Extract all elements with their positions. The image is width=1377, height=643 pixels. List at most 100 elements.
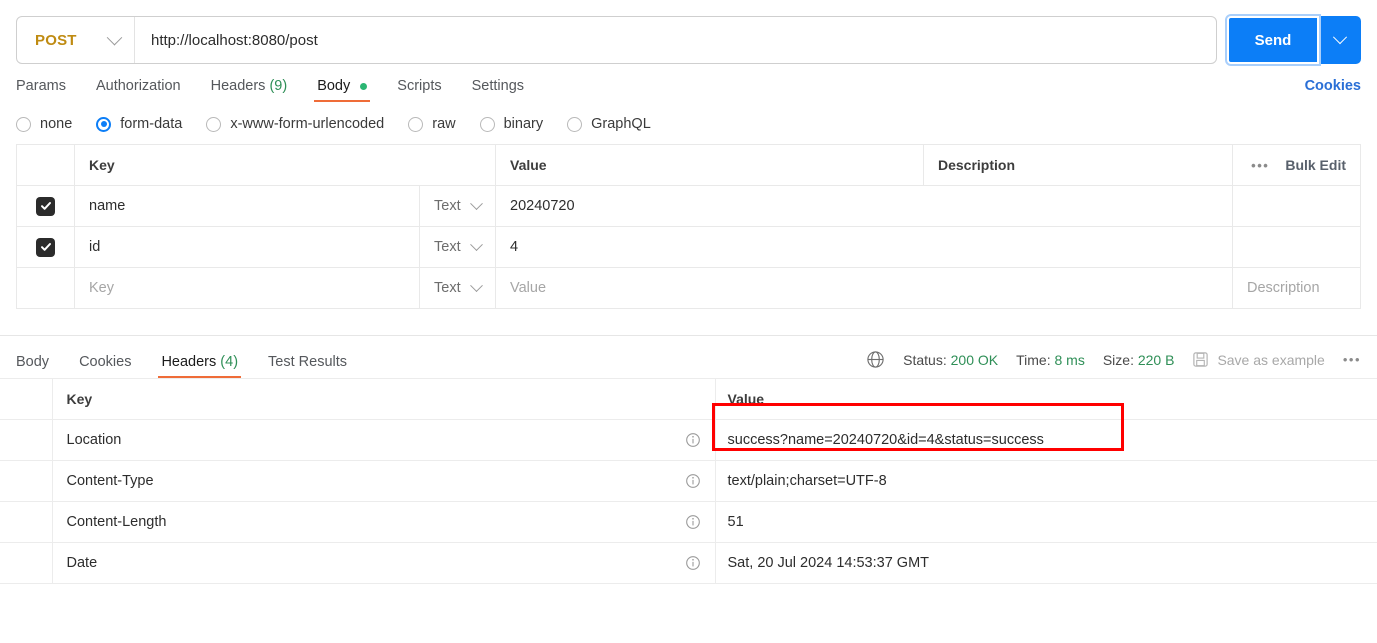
header-key-label: Location — [66, 432, 122, 448]
body-type-none[interactable]: none — [16, 116, 72, 132]
size-label: Size: — [1102, 351, 1134, 368]
info-icon[interactable] — [685, 432, 701, 448]
row-description-input[interactable] — [1232, 226, 1361, 268]
tab-count: (4) — [220, 354, 239, 370]
row-checkbox-cell[interactable] — [16, 267, 75, 309]
response-headers-header-row: Key Value — [0, 378, 1377, 420]
table-row-empty: Key Text Value Description — [16, 267, 1361, 309]
row-key-input[interactable]: name — [74, 185, 420, 227]
cookies-link[interactable]: Cookies — [1305, 78, 1361, 102]
header-key-label: Content-Length — [66, 514, 167, 530]
row-type-label: Text — [434, 198, 461, 214]
info-icon[interactable] — [685, 473, 701, 489]
chevron-down-icon — [470, 196, 483, 210]
form-data-table: Key Value Description ••• Bulk Edit name… — [16, 144, 1361, 309]
radio-label: form-data — [120, 116, 183, 132]
tab-scripts[interactable]: Scripts — [397, 78, 441, 102]
tab-label: Headers — [210, 78, 266, 94]
info-icon[interactable] — [685, 555, 701, 571]
row-checkbox-cell — [16, 185, 75, 227]
radio-icon — [16, 116, 31, 132]
column-header-key: Key — [52, 378, 716, 420]
tab-label: Test Results — [268, 354, 348, 370]
tab-headers[interactable]: Headers (9) — [211, 78, 288, 102]
http-method-label: POST — [35, 31, 77, 49]
body-type-binary[interactable]: binary — [479, 116, 543, 132]
row-value-input[interactable]: 4 — [495, 226, 1233, 268]
column-header-description: Description — [923, 144, 1233, 186]
response-tab-headers[interactable]: Headers (4) — [158, 354, 241, 378]
checkbox-checked-icon[interactable] — [36, 237, 55, 257]
response-tab-body[interactable]: Body — [16, 354, 49, 378]
header-value-cell: text/plain;charset=UTF-8 — [715, 460, 1377, 502]
request-url-bar: POST http://localhost:8080/post Send — [0, 0, 1377, 66]
row-type-select[interactable]: Text — [419, 185, 496, 227]
column-header-value: Value — [715, 378, 1377, 420]
tab-label: Scripts — [397, 78, 442, 94]
radio-label: x-www-form-urlencoded — [230, 116, 385, 132]
response-tab-test-results[interactable]: Test Results — [268, 354, 347, 378]
send-button[interactable]: Send — [1225, 14, 1321, 66]
radio-icon — [206, 116, 222, 132]
select-all-cell — [16, 144, 75, 186]
status-value: 200 OK — [950, 351, 999, 368]
tab-label: Params — [16, 78, 66, 94]
form-data-header-row: Key Value Description ••• Bulk Edit — [16, 144, 1361, 186]
tab-params[interactable]: Params — [16, 78, 66, 102]
row-value-input[interactable]: 20240720 — [495, 185, 1233, 227]
status-label: Status: — [903, 351, 947, 368]
globe-icon[interactable] — [866, 350, 885, 369]
response-tab-cookies[interactable]: Cookies — [79, 354, 131, 378]
header-key-cell: Content-Length — [52, 501, 716, 543]
table-row: Location success?name=20240720&id=4&stat… — [0, 403, 1377, 461]
tab-authorization[interactable]: Authorization — [96, 78, 181, 102]
row-description-input[interactable]: Description — [1232, 267, 1361, 309]
radio-selected-icon — [96, 116, 112, 132]
checkbox-checked-icon[interactable] — [36, 196, 55, 216]
tab-body[interactable]: Body — [314, 78, 371, 102]
bulk-edit-button[interactable]: Bulk Edit — [1285, 157, 1346, 173]
radio-icon — [479, 116, 495, 132]
row-key-input[interactable]: Key — [74, 267, 420, 309]
column-header-key: Key — [74, 144, 496, 186]
gutter-cell — [0, 460, 53, 502]
header-value-cell: 51 — [715, 501, 1377, 543]
response-meta-bar: Status: 200 OK Time: 8 ms Size: 220 B Sa… — [866, 350, 1361, 378]
row-type-select[interactable]: Text — [419, 226, 496, 268]
table-row: Date Sat, 20 Jul 2024 14:53:37 GMT — [0, 542, 1377, 584]
radio-icon — [408, 116, 424, 132]
save-as-example-button[interactable]: Save as example — [1192, 351, 1325, 368]
chevron-down-icon — [470, 237, 483, 251]
radio-label: GraphQL — [591, 116, 651, 132]
time-label-group: Time: 8 ms — [1016, 352, 1085, 368]
save-as-example-label: Save as example — [1217, 351, 1325, 368]
url-input[interactable]: http://localhost:8080/post — [135, 32, 1216, 49]
chevron-down-icon — [470, 278, 483, 292]
radio-icon — [567, 116, 583, 132]
row-description-input[interactable] — [1232, 185, 1361, 227]
more-horizontal-icon[interactable]: ••• — [1251, 158, 1269, 173]
tab-settings[interactable]: Settings — [472, 78, 524, 102]
row-value-input[interactable]: Value — [495, 267, 1233, 309]
body-type-x-www-form-urlencoded[interactable]: x-www-form-urlencoded — [206, 116, 384, 132]
http-method-select[interactable]: POST — [17, 17, 135, 63]
header-value-cell: success?name=20240720&id=4&status=succes… — [711, 403, 1377, 461]
time-label: Time: — [1016, 351, 1051, 368]
row-key-input[interactable]: id — [74, 226, 420, 268]
tab-label: Body — [317, 78, 351, 94]
send-button-group: Send — [1225, 14, 1361, 66]
body-type-form-data[interactable]: form-data — [96, 116, 182, 132]
gutter-cell — [0, 501, 53, 543]
send-options-button[interactable] — [1319, 16, 1361, 64]
request-tabs: Params Authorization Headers (9) Body Sc… — [0, 66, 1377, 102]
row-type-label: Text — [434, 239, 461, 255]
info-icon[interactable] — [685, 514, 701, 530]
row-type-select[interactable]: Text — [419, 267, 496, 309]
form-data-actions-cell: ••• Bulk Edit — [1232, 144, 1361, 186]
gutter-cell — [0, 378, 53, 420]
header-key-label: Content-Type — [66, 473, 154, 489]
body-type-graphql[interactable]: GraphQL — [567, 116, 651, 132]
more-horizontal-icon[interactable]: ••• — [1343, 352, 1361, 367]
size-label-group: Size: 220 B — [1103, 352, 1175, 368]
body-type-raw[interactable]: raw — [408, 116, 456, 132]
